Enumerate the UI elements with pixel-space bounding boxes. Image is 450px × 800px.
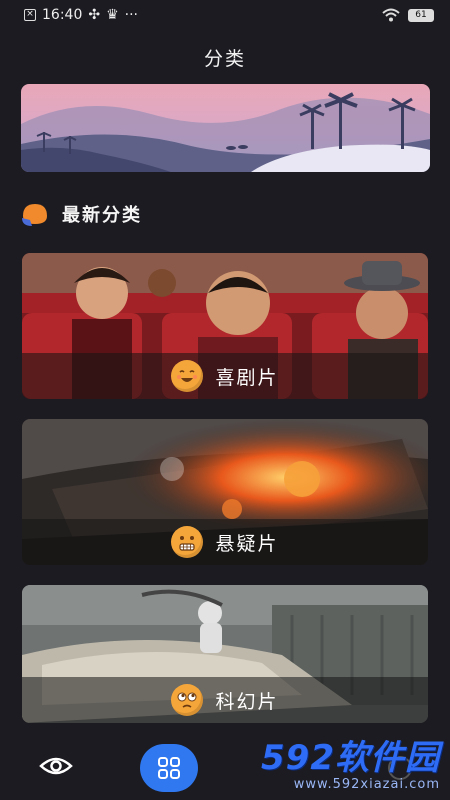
status-right: 61 [382,8,434,22]
laughing-face-icon [171,360,204,392]
category-nav-button[interactable] [140,744,198,792]
category-icon [20,200,50,228]
category-card-suspense[interactable]: 悬疑片 [22,419,428,565]
notification-icon: × [24,9,36,21]
card-label-bar: 喜剧片 [22,353,428,399]
watermark: 592软件园 www.592xiazai.com [261,739,440,792]
status-bar: × 16:40 ✣ ♛ ··· 61 [0,0,450,30]
banner-image[interactable] [21,84,430,172]
eye-icon[interactable] [38,752,74,780]
more-dots-icon: ··· [124,7,139,23]
crown-icon: ♛ [106,7,119,23]
fan-icon: ✣ [88,7,101,23]
category-card-scifi[interactable]: 科幻片 [22,585,428,723]
category-label: 科幻片 [215,690,279,713]
rolling-eyes-face-icon [171,684,204,716]
category-card-comedy[interactable]: 喜剧片 [22,253,428,399]
card-label-bar: 科幻片 [22,677,428,723]
bottom-nav: 592软件园 www.592xiazai.com [0,736,450,800]
section-header: 最新分类 [20,200,142,228]
grimace-face-icon [171,526,204,558]
category-label: 悬疑片 [215,532,279,555]
status-left: × 16:40 ✣ ♛ ··· [24,7,138,23]
grid-icon [158,757,180,779]
card-label-bar: 悬疑片 [22,519,428,565]
section-title: 最新分类 [62,205,142,226]
category-label: 喜剧片 [215,366,279,389]
status-time: 16:40 [42,7,83,23]
page-title: 分类 [203,48,246,70]
battery-icon: 61 [408,8,434,22]
wifi-icon [382,8,400,22]
watermark-url: www.592xiazai.com [293,777,440,792]
watermark-logo-text: 592软件园 [261,738,440,778]
